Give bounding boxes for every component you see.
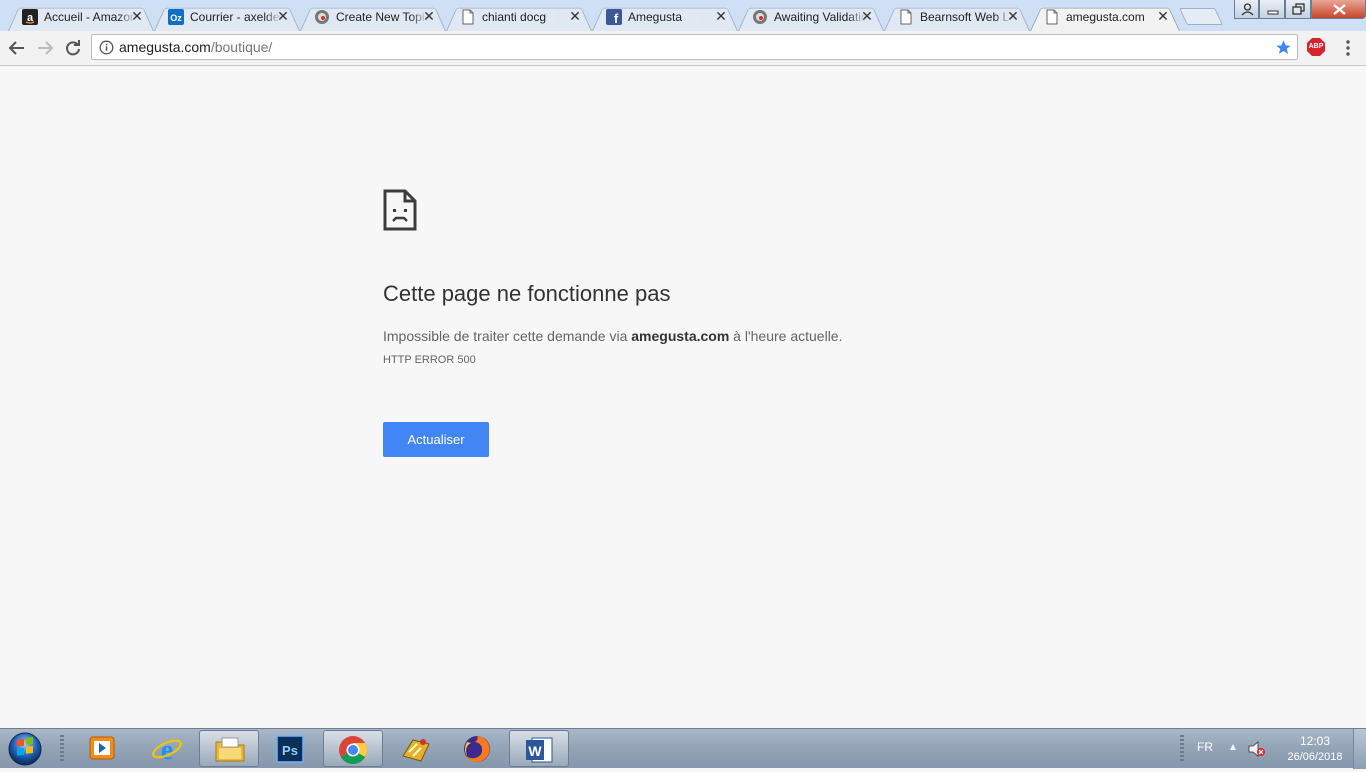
browser-toolbar: amegusta.com/boutique/ ABP [0, 31, 1366, 66]
taskbar: e Ps W FR ▲ 12:03 26/06/2018 [0, 728, 1366, 769]
page-content: Cette page ne fonctionne pas Impossible … [0, 66, 1366, 728]
taskbar-app-file-explorer[interactable] [199, 730, 259, 767]
restore-button[interactable] [1285, 0, 1311, 19]
profile-button[interactable] [1234, 0, 1259, 19]
outlook-icon: Oz [168, 9, 184, 25]
info-icon[interactable] [99, 40, 114, 55]
close-tab-icon[interactable]: ✕ [130, 8, 144, 24]
taskbar-app-firefox[interactable] [447, 730, 507, 767]
language-indicator[interactable]: FR [1197, 740, 1213, 754]
firefox-icon [464, 736, 490, 762]
forward-button[interactable] [33, 36, 57, 60]
reload-button[interactable] [61, 36, 85, 60]
address-bar[interactable]: amegusta.com/boutique/ [91, 34, 1298, 60]
adblock-button[interactable]: ABP [1306, 37, 1326, 57]
tab-amegusta-facebook[interactable]: f Amegusta ✕ [592, 3, 738, 31]
taskbar-app-photoshop[interactable]: Ps [261, 730, 321, 767]
amazon-icon: a [22, 9, 38, 25]
close-tab-icon[interactable]: ✕ [714, 8, 728, 24]
reload-page-button[interactable]: Actualiser [383, 422, 489, 457]
minimize-button[interactable] [1259, 0, 1285, 19]
taskbar-app-chrome[interactable] [323, 730, 383, 767]
error-message-prefix: Impossible de traiter cette demande via [383, 328, 632, 344]
tab-create-topic[interactable]: Create New Topic ✕ [300, 3, 446, 31]
error-message: Impossible de traiter cette demande via … [383, 327, 843, 345]
facebook-icon: f [606, 9, 622, 25]
close-tab-icon[interactable]: ✕ [422, 8, 436, 24]
taskbar-app-internet-explorer[interactable]: e [137, 730, 197, 767]
close-tab-icon[interactable]: ✕ [568, 8, 582, 24]
page-icon [462, 9, 474, 25]
back-arrow-icon [8, 41, 24, 55]
sad-page-icon [383, 189, 417, 231]
svg-text:W: W [528, 743, 542, 759]
volume-muted-icon[interactable] [1246, 740, 1266, 758]
svg-text:f: f [614, 11, 619, 25]
tab-title: amegusta.com [1066, 10, 1145, 24]
error-title: Cette page ne fonctionne pas [383, 281, 671, 306]
svg-text:Ps: Ps [282, 743, 298, 758]
page-icon [1046, 9, 1058, 25]
forum-icon [753, 10, 767, 24]
photoshop-icon: Ps [276, 735, 304, 763]
window-controls [1234, 0, 1366, 19]
tray-grip [1180, 735, 1184, 763]
tab-awaiting-validation[interactable]: Awaiting Validation ✕ [738, 3, 884, 31]
close-tab-icon[interactable]: ✕ [1156, 8, 1170, 24]
menu-button[interactable] [1338, 37, 1358, 59]
url-path: /boutique/ [210, 39, 273, 55]
url-text[interactable]: amegusta.com/boutique/ [119, 39, 272, 56]
minimize-icon [1267, 10, 1279, 15]
svg-text:e: e [161, 735, 173, 764]
close-tab-icon[interactable]: ✕ [276, 8, 290, 24]
taskbar-grip [60, 735, 64, 763]
tab-amegusta-active[interactable]: amegusta.com ✕ [1030, 3, 1180, 31]
tab-amazon[interactable]: a Accueil - Amazon ✕ [8, 3, 154, 31]
tab-courrier[interactable]: Oz Courrier - axelde ✕ [154, 3, 300, 31]
error-message-domain: amegusta.com [631, 328, 730, 344]
error-code: HTTP ERROR 500 [383, 354, 476, 366]
taskbar-app-word[interactable]: W [509, 730, 569, 767]
tab-bearnsoft[interactable]: Bearnsoft Web L ✕ [884, 3, 1030, 31]
kebab-menu-icon [1346, 40, 1350, 56]
new-tab-button[interactable] [1179, 8, 1223, 25]
show-hidden-icons-button[interactable]: ▲ [1228, 742, 1238, 753]
game-icon [402, 739, 430, 762]
adblock-label: ABP [1308, 43, 1324, 50]
error-message-suffix: à l'heure actuelle. [729, 328, 843, 344]
taskbar-app-game[interactable] [385, 730, 445, 767]
bookmark-star-icon[interactable] [1275, 39, 1292, 56]
media-player-icon [89, 736, 115, 760]
svg-text:Oz: Oz [170, 13, 182, 23]
system-tray: FR ▲ 12:03 26/06/2018 [1180, 729, 1366, 769]
clock-time[interactable]: 12:03 [1285, 734, 1345, 748]
back-button[interactable] [5, 36, 29, 60]
tab-strip: a Accueil - Amazon ✕ Oz Courrier - axeld… [0, 0, 1366, 31]
close-icon [1333, 4, 1346, 15]
page-icon [900, 9, 912, 25]
show-desktop-button[interactable] [1353, 729, 1366, 769]
close-window-button[interactable] [1311, 0, 1366, 19]
close-tab-icon[interactable]: ✕ [860, 8, 874, 24]
start-button[interactable] [4, 731, 46, 767]
tab-chianti[interactable]: chianti docg ✕ [446, 3, 592, 31]
tab-title: Amegusta [628, 10, 683, 24]
forward-arrow-icon [38, 41, 54, 55]
chrome-icon [339, 736, 367, 764]
windows-start-icon [8, 732, 42, 766]
reload-icon [66, 40, 80, 56]
clock-date[interactable]: 26/06/2018 [1276, 751, 1354, 763]
restore-icon [1292, 3, 1305, 15]
url-domain: amegusta.com [119, 39, 211, 55]
word-icon: W [526, 737, 553, 763]
close-tab-icon[interactable]: ✕ [1006, 8, 1020, 24]
internet-explorer-icon: e [152, 735, 182, 764]
taskbar-app-media-player[interactable] [73, 730, 133, 767]
tab-title: chianti docg [482, 10, 547, 24]
file-explorer-icon [215, 737, 245, 762]
user-icon [1241, 3, 1254, 16]
forum-icon [315, 10, 329, 24]
